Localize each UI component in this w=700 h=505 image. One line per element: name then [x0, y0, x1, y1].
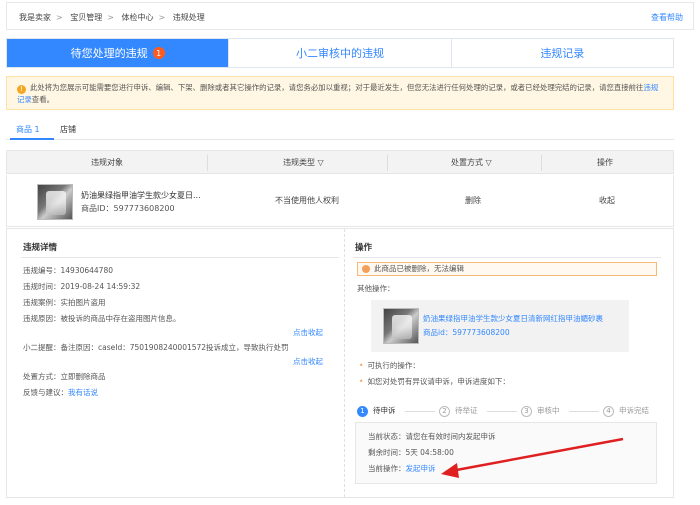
step-connector: [487, 411, 517, 412]
breadcrumb-item[interactable]: 宝贝管理: [70, 13, 102, 22]
column-divider: [207, 155, 208, 171]
breadcrumb-item: 违规处理: [172, 13, 205, 22]
sub-tabs: 商品 1 店铺: [6, 120, 674, 140]
disposal-method: 处置方式：立即删除商品: [23, 372, 106, 381]
alert-text: 此商品已被删除，无法编辑: [374, 264, 464, 273]
step-connector: [405, 411, 435, 412]
step-pending-appeal: 1 待申诉: [357, 405, 396, 417]
tab-pending[interactable]: 待您处理的违规 1: [7, 39, 230, 67]
details-panel: 违规详情 违规编号：14930644780 违规时间：2019-08-24 14…: [6, 228, 674, 498]
red-arrow-annotation: [441, 437, 624, 478]
product-card[interactable]: 奶油果绿指甲油学生款少女夏日清新网红指甲油媚砂裹 商品id：5977736082…: [371, 300, 629, 352]
alert-icon: [362, 265, 370, 273]
violation-case: 违规案例：实拍图片盗用: [23, 298, 106, 307]
warning-icon: !: [17, 84, 26, 94]
notice-text: 此处将为您展示可能需要您进行申诉、编辑、下架、删除或者其它操作的记录，请您务必加…: [30, 83, 644, 92]
step-complete: 4 申诉完结: [603, 405, 649, 417]
breadcrumb-bar: 我是卖家 > 宝贝管理 > 体检中心 > 违规处理 查看帮助: [6, 2, 694, 30]
table-header: 违规对象 违规类型 ▽ 处置方式 ▽ 操作: [6, 150, 674, 174]
step-connector: [569, 411, 599, 412]
current-op-label: 当前操作：: [368, 464, 406, 473]
divider: [21, 257, 339, 258]
product-name-link[interactable]: 奶油果绿指甲油学生款少女夏日清新网红指甲油媚砂裹: [423, 313, 603, 324]
collapse-link[interactable]: 收起: [599, 195, 615, 206]
column-header-filter[interactable]: 违规类型 ▽: [283, 157, 324, 168]
column-header: 违规对象: [91, 158, 123, 167]
subtab-shop[interactable]: 店铺: [60, 124, 76, 135]
count-badge: 1: [152, 47, 165, 59]
subtab-goods[interactable]: 商品 1: [16, 124, 40, 135]
section-title: 操作: [355, 243, 373, 253]
feedback-link[interactable]: 我有话说: [68, 388, 98, 397]
column-divider: [541, 155, 542, 171]
available-ops-label: 可执行的操作：: [359, 360, 420, 371]
feedback-row: 反馈与建议：我有话说: [23, 387, 98, 398]
collapse-link[interactable]: 点击收起: [293, 356, 323, 367]
violation-reason: 违规原因：被投诉的商品中存在盗用图片信息。: [23, 314, 181, 323]
tab-reviewing[interactable]: 小二审核中的违规: [229, 39, 452, 67]
violation-time: 违规时间：2019-08-24 14:59:32: [23, 282, 141, 291]
other-ops-label: 其他操作：: [357, 284, 395, 293]
appeal-hint: 如您对处罚有异议请申诉，申诉进度如下：: [359, 376, 510, 387]
violation-details: 违规详情 违规编号：14930644780 违规时间：2019-08-24 14…: [7, 229, 345, 497]
column-header: 操作: [597, 158, 613, 167]
collapse-link[interactable]: 点击收起: [293, 327, 323, 338]
column-header-filter[interactable]: 处置方式 ▽: [451, 157, 492, 168]
tab-label: 小二审核中的违规: [295, 47, 384, 60]
table-row: 奶油果绿指甲油学生款少女夏日... 商品ID：597773608200 不当使用…: [6, 175, 674, 227]
current-operation: 当前操作：发起申诉: [368, 463, 436, 474]
tab-records[interactable]: 违规记录: [452, 39, 673, 67]
product-thumbnail[interactable]: [383, 308, 419, 344]
staff-reminder: 小二提醒：备注原因：caseId：7501908240001572投诉成立，导致…: [23, 343, 289, 352]
notice-banner: ! 此处将为您展示可能需要您进行申诉、编辑、下架、删除或者其它操作的记录，请您务必…: [6, 76, 674, 110]
violation-type: 不当使用他人权利: [275, 196, 339, 205]
main-tabs: 待您处理的违规 1 小二审核中的违规 违规记录: [6, 38, 674, 68]
disposal-method: 删除: [465, 196, 481, 205]
product-name[interactable]: 奶油果绿指甲油学生款少女夏日...: [81, 190, 201, 201]
product-id-link[interactable]: 商品id：597773608200: [423, 327, 510, 338]
feedback-label: 反馈与建议：: [23, 388, 68, 397]
breadcrumb-item[interactable]: 我是卖家: [19, 13, 51, 22]
active-tab-indicator: [10, 138, 54, 140]
breadcrumb-item[interactable]: 体检中心: [122, 13, 154, 22]
help-link[interactable]: 查看帮助: [651, 12, 683, 23]
start-appeal-link[interactable]: 发起申诉: [406, 464, 436, 473]
section-title: 违规详情: [23, 243, 58, 253]
violation-number: 违规编号：14930644780: [23, 266, 113, 275]
alert-message: 此商品已被删除，无法编辑: [357, 262, 657, 276]
tab-label: 违规记录: [540, 47, 585, 60]
notice-tail: 查看。: [31, 95, 54, 104]
product-thumbnail[interactable]: [37, 184, 73, 220]
step-evidence: 2 待举证: [439, 405, 478, 417]
column-divider: [387, 155, 388, 171]
breadcrumb: 我是卖家 > 宝贝管理 > 体检中心 > 违规处理: [19, 13, 205, 22]
tab-label: 待您处理的违规: [70, 47, 148, 60]
product-id: 商品ID：597773608200: [81, 204, 175, 213]
divider: [353, 257, 661, 258]
step-reviewing: 3 审核中: [521, 405, 560, 417]
